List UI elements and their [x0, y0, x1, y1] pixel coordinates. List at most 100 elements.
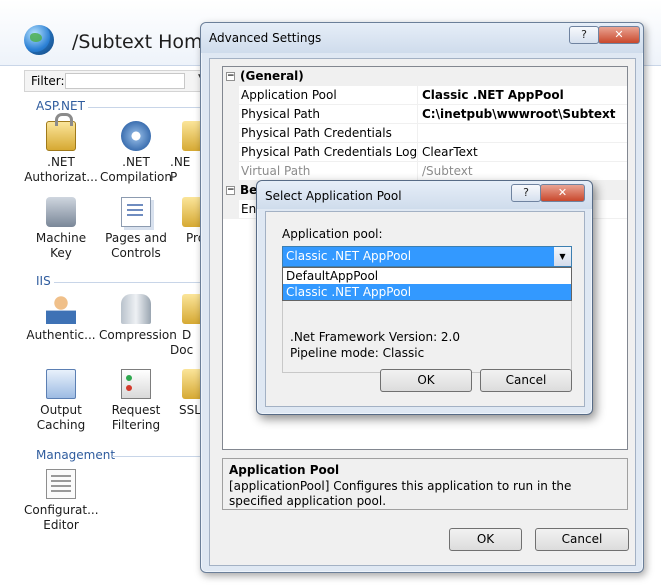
feature-label: .NET Compilation	[99, 155, 173, 184]
property-name: Application Pool	[240, 86, 418, 105]
group-management-label: Management	[36, 448, 116, 462]
user-icon	[46, 294, 76, 324]
property-name: Physical Path	[240, 105, 418, 124]
cancel-button[interactable]: Cancel	[480, 369, 572, 392]
group-divider	[54, 282, 200, 283]
ok-button[interactable]: OK	[380, 369, 472, 392]
feature-partial[interactable]: D Doc	[170, 294, 200, 358]
property-row-physical-path[interactable]: Physical Path C:\inetpub\wwwroot\Subtext	[223, 105, 627, 124]
option-defaultapppool[interactable]: DefaultAppPool	[283, 268, 571, 284]
chevron-down-icon[interactable]: ▼	[554, 247, 571, 266]
dialog-client-area: Application pool: Classic .NET AppPool ▼…	[265, 211, 585, 407]
cache-icon	[46, 369, 76, 399]
lock-icon	[46, 113, 76, 151]
feature-label: Output Caching	[36, 403, 86, 432]
category-general[interactable]: − (General)	[223, 67, 627, 86]
key-icon	[46, 197, 76, 227]
group-aspnet-label: ASP.NET	[36, 99, 85, 113]
feature-label: Request Filtering	[111, 403, 161, 432]
application-pool-label: Application pool:	[282, 227, 383, 241]
grid-gutter	[223, 86, 239, 105]
property-row-physical-path-credentials[interactable]: Physical Path Credentials	[223, 124, 627, 143]
property-row-virtual-path: Virtual Path /Subtext	[223, 162, 627, 181]
group-iis-label: IIS	[36, 274, 51, 288]
feature-label: Pages and Controls	[105, 231, 167, 260]
property-value[interactable]: Classic .NET AppPool	[419, 86, 627, 105]
filter-icon	[121, 369, 151, 399]
grid-gutter	[223, 162, 239, 181]
property-row-logon-type[interactable]: Physical Path Credentials Logon Type Cle…	[223, 143, 627, 162]
feature-label: Configurat... Editor	[24, 503, 99, 532]
grid-gutter	[223, 105, 239, 124]
dialog-titlebar: Select Application Pool ? ✕	[257, 181, 592, 209]
application-pool-dropdown-list[interactable]: DefaultAppPool Classic .NET AppPool	[282, 267, 572, 301]
config-icon	[46, 469, 76, 499]
collapse-icon[interactable]: −	[226, 186, 235, 195]
pipeline-mode-text: Pipeline mode: Classic	[290, 346, 425, 360]
grid-gutter	[223, 200, 239, 219]
category-label: Be	[240, 183, 258, 197]
feature-label: Machine Key	[35, 231, 87, 260]
property-name: Physical Path Credentials Logon Type	[240, 143, 418, 162]
property-value[interactable]: C:\inetpub\wwwroot\Subtext	[419, 105, 627, 124]
property-name: Physical Path Credentials	[240, 124, 418, 143]
category-label: (General)	[240, 69, 304, 83]
property-name: Virtual Path	[240, 162, 418, 181]
description-text: [applicationPool] Configures this applic…	[229, 479, 572, 508]
property-value: /Subtext	[422, 164, 473, 178]
feature-authentication[interactable]: Authentic...	[24, 294, 98, 343]
site-title: /Subtext Home	[72, 31, 215, 53]
application-pool-select[interactable]: Classic .NET AppPool ▼	[282, 246, 572, 267]
description-title: Application Pool	[229, 463, 340, 477]
feature-label: D Doc	[170, 328, 194, 357]
feature-compression[interactable]: Compression	[99, 294, 177, 343]
gear-icon	[121, 121, 151, 151]
grid-gutter	[223, 143, 239, 162]
selected-value: Classic .NET AppPool	[286, 249, 412, 263]
feature-label: .NE P	[170, 155, 191, 184]
cancel-button[interactable]: Cancel	[535, 528, 629, 551]
dialog-titlebar: Advanced Settings ? ✕	[201, 23, 643, 53]
framework-version-text: .Net Framework Version: 2.0	[290, 330, 461, 344]
partial-icon	[182, 369, 200, 399]
help-button[interactable]: ?	[511, 184, 541, 202]
feature-partial[interactable]: .NE P	[170, 121, 200, 185]
feature-request-filtering[interactable]: Request Filtering	[99, 369, 173, 433]
filter-label: Filter:	[31, 74, 65, 88]
feature-label: SSL	[179, 403, 200, 417]
filter-input[interactable]	[65, 73, 185, 89]
feature-partial[interactable]: Pro	[170, 197, 200, 246]
feature-partial[interactable]: SSL	[170, 369, 200, 418]
option-classic-net-apppool[interactable]: Classic .NET AppPool	[283, 284, 571, 300]
partial-icon	[182, 197, 200, 227]
feature-net-authorization[interactable]: .NET Authorizat...	[24, 113, 98, 185]
grid-gutter	[223, 124, 239, 143]
feature-label: Authentic...	[26, 328, 96, 342]
partial-icon	[182, 121, 200, 151]
globe-icon	[24, 25, 54, 55]
page-icon	[121, 197, 151, 227]
ok-button[interactable]: OK	[449, 528, 522, 551]
filter-bar: Filter: ▼	[24, 70, 214, 92]
clamp-icon	[121, 294, 151, 324]
partial-icon	[182, 294, 200, 324]
feature-machine-key[interactable]: Machine Key	[24, 197, 98, 261]
feature-pages-and-controls[interactable]: Pages and Controls	[99, 197, 173, 261]
feature-configuration-editor[interactable]: Configurat... Editor	[24, 469, 99, 533]
select-application-pool-dialog: Select Application Pool ? ✕ Application …	[256, 180, 593, 415]
feature-net-compilation[interactable]: .NET Compilation	[99, 121, 173, 185]
collapse-icon[interactable]: −	[226, 72, 235, 81]
feature-label: Pro	[186, 231, 200, 245]
property-value[interactable]	[419, 124, 627, 143]
feature-output-caching[interactable]: Output Caching	[24, 369, 98, 433]
help-button[interactable]: ?	[569, 26, 599, 44]
group-divider	[112, 456, 200, 457]
property-row-application-pool[interactable]: Application Pool Classic .NET AppPool	[223, 86, 627, 105]
close-button[interactable]: ✕	[598, 26, 640, 44]
dialog-title: Select Application Pool	[265, 189, 402, 203]
description-panel: Application Pool [applicationPool] Confi…	[222, 458, 628, 510]
close-button[interactable]: ✕	[540, 184, 585, 202]
property-value[interactable]: ClearText	[419, 143, 627, 162]
feature-label: .NET Authorizat...	[24, 155, 98, 184]
group-divider	[88, 107, 200, 108]
